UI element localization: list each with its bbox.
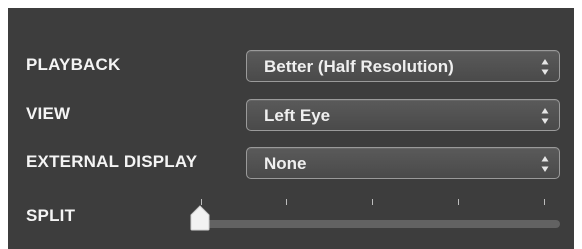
playback-select-value: Better (Half Resolution) (264, 57, 454, 76)
external-display-select[interactable]: None (246, 147, 560, 179)
settings-panel: PLAYBACK Better (Half Resolution) VIEW L… (8, 8, 574, 249)
split-slider-track[interactable] (196, 220, 560, 228)
slider-tick (286, 199, 287, 205)
up-down-arrows-icon (541, 156, 549, 172)
view-select[interactable]: Left Eye (246, 99, 560, 131)
view-select-value: Left Eye (264, 106, 331, 125)
external-display-label: EXTERNAL DISPLAY (26, 152, 198, 171)
external-display-select-value: None (264, 154, 307, 173)
up-down-arrows-icon (541, 108, 549, 124)
split-slider-thumb[interactable] (188, 204, 212, 232)
playback-label: PLAYBACK (26, 55, 121, 74)
slider-tick (458, 199, 459, 205)
playback-select[interactable]: Better (Half Resolution) (246, 50, 560, 82)
split-label: SPLIT (26, 206, 76, 225)
up-down-arrows-icon (541, 59, 549, 75)
slider-tick (372, 199, 373, 205)
view-label: VIEW (26, 104, 71, 123)
slider-tick (544, 199, 545, 205)
